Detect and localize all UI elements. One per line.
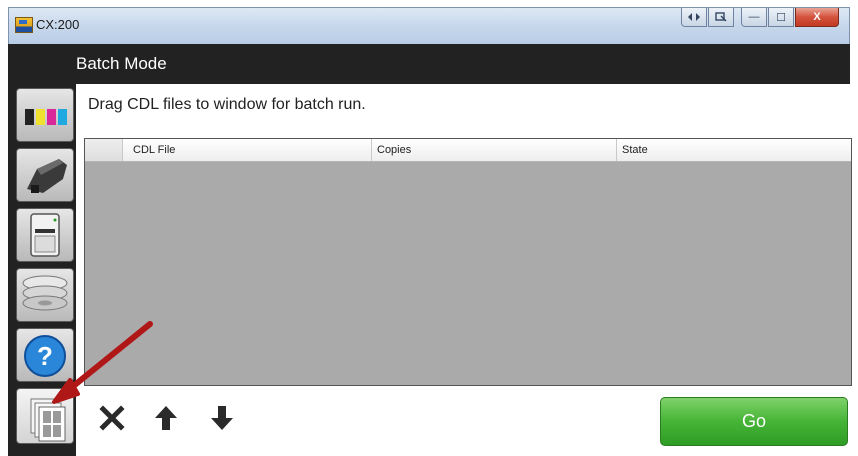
sidebar-item-printhead[interactable]: [16, 148, 74, 202]
caption-buttons: — ☐ X: [680, 8, 839, 30]
snap-icon[interactable]: [681, 8, 707, 27]
media-rolls-icon: [22, 275, 68, 311]
batch-file-table[interactable]: CDL File Copies State: [84, 138, 852, 386]
printhead-icon: [27, 159, 67, 193]
sidebar-item-batch[interactable]: [16, 388, 74, 444]
batch-mode-icon: [30, 398, 66, 442]
row-selector-header[interactable]: [85, 139, 123, 161]
printer-icon: [30, 213, 60, 257]
page-title: Batch Mode: [76, 54, 167, 73]
column-header-state[interactable]: State: [617, 139, 851, 161]
close-button[interactable]: X: [795, 8, 839, 27]
column-header-copies[interactable]: Copies: [372, 139, 617, 161]
window-titlebar: CX:200 — ☐ X: [8, 7, 850, 44]
instructions-text: Drag CDL files to window for batch run.: [88, 96, 366, 113]
sidebar-item-help[interactable]: ?: [16, 328, 74, 382]
table-header: CDL File Copies State: [85, 139, 851, 162]
maximize-button[interactable]: ☐: [768, 8, 794, 27]
sidebar-item-media[interactable]: [16, 268, 74, 322]
move-down-icon[interactable]: [208, 404, 236, 432]
svg-text:?: ?: [37, 341, 53, 371]
sidebar-item-ink[interactable]: [16, 88, 74, 142]
minimize-button[interactable]: —: [741, 8, 767, 27]
remove-icon[interactable]: [98, 404, 126, 432]
help-icon: ?: [24, 335, 66, 377]
move-up-icon[interactable]: [152, 404, 180, 432]
app-logo-icon: [15, 17, 33, 33]
ink-cartridges-icon: [25, 109, 67, 125]
go-button[interactable]: Go: [660, 397, 848, 446]
sidebar-item-printer[interactable]: [16, 208, 74, 262]
column-header-cdl-file[interactable]: CDL File: [123, 139, 372, 161]
window-title: CX:200: [36, 17, 80, 32]
window-restore-icon[interactable]: [708, 8, 734, 27]
